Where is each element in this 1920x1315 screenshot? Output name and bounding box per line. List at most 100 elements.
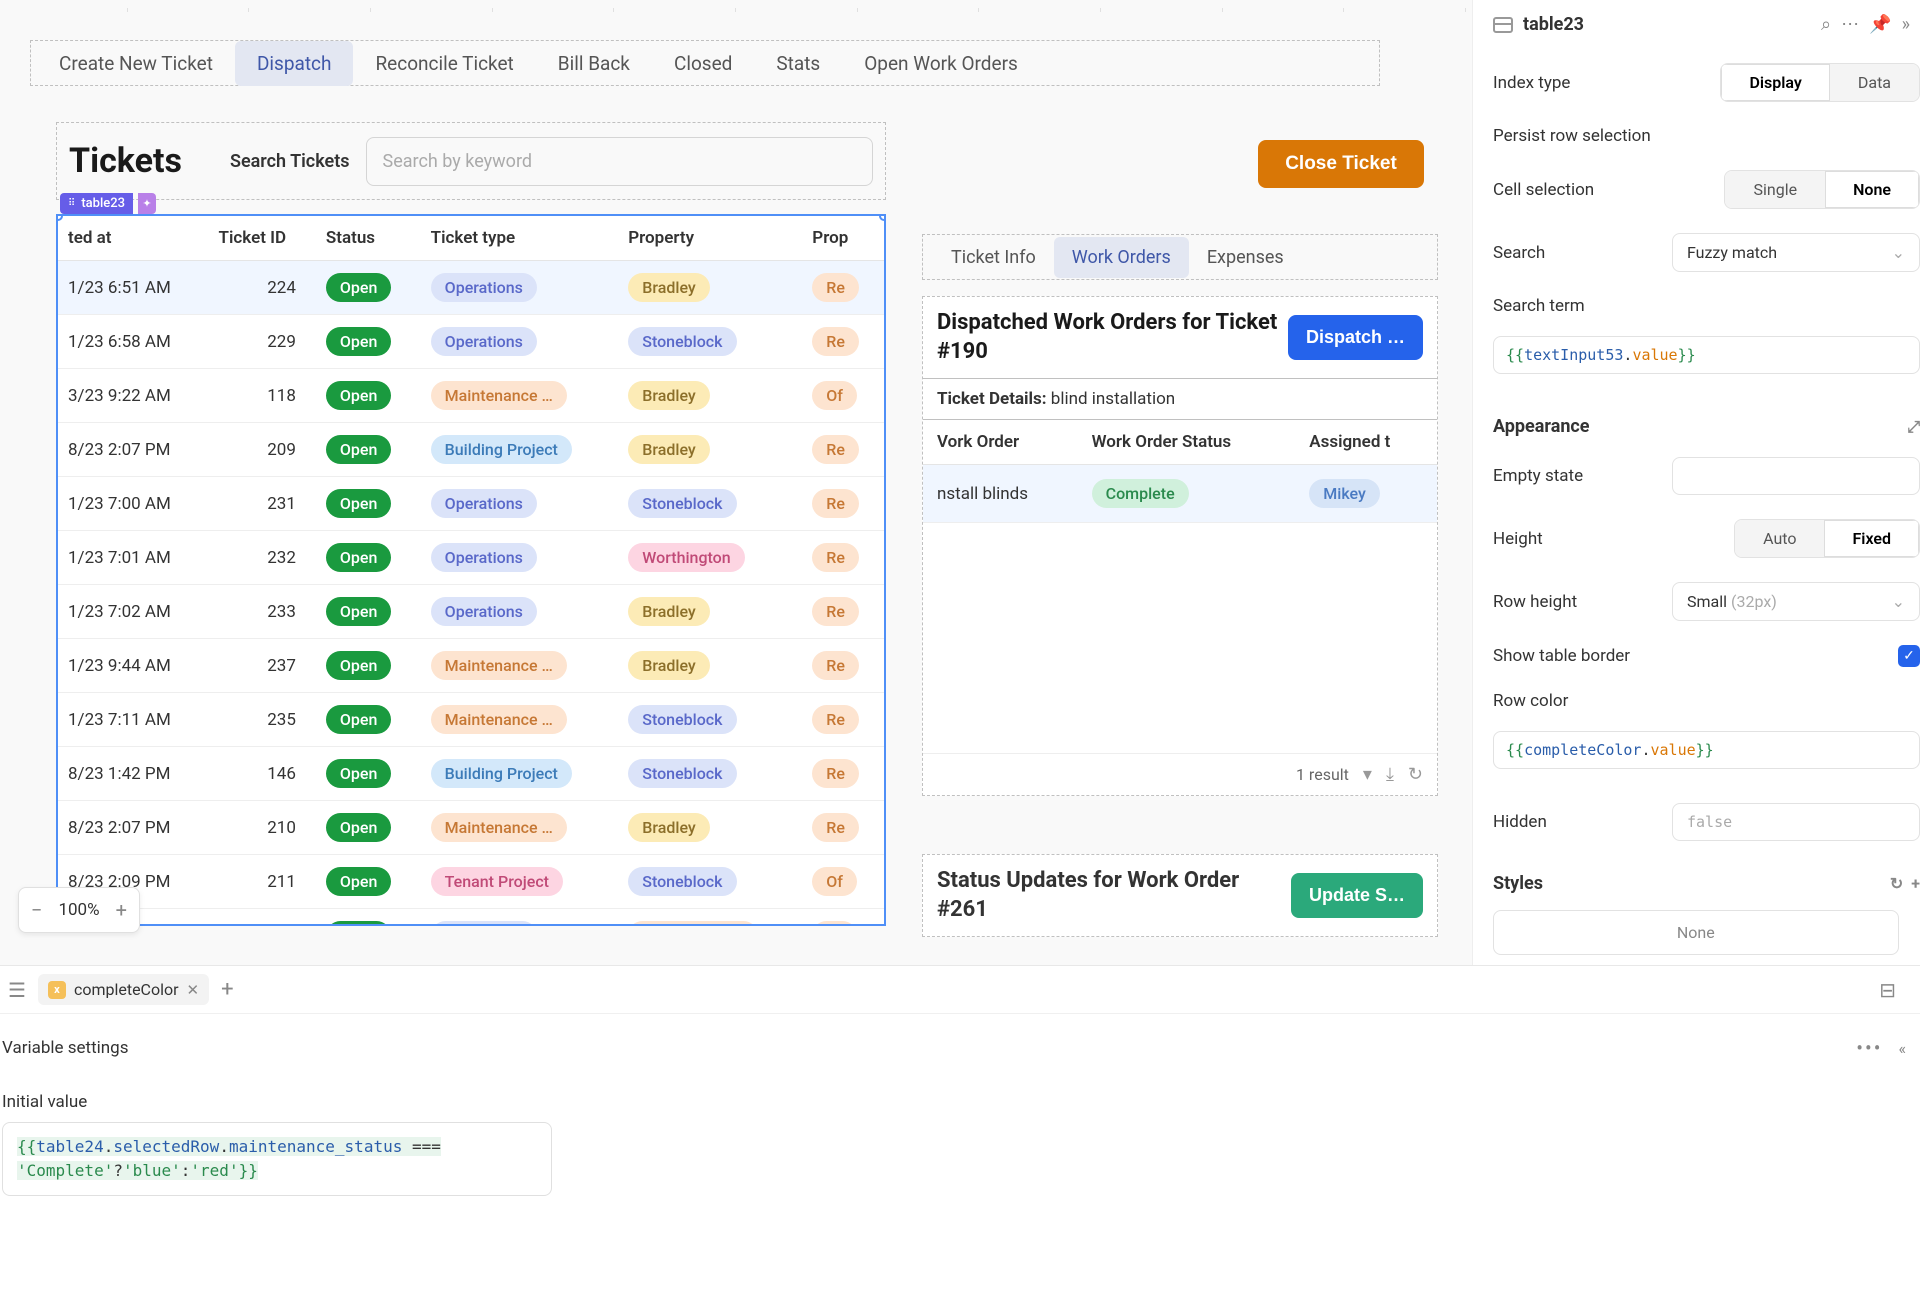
hidden-input[interactable]: false [1672, 803, 1920, 841]
expand-icon[interactable]: ⤢ [1907, 417, 1920, 437]
column-header[interactable]: Status [316, 216, 421, 261]
cell-selection-segmented[interactable]: Single None [1724, 170, 1920, 209]
table-row[interactable]: 1/23 7:02 AM233OpenOperationsBradleyRe [58, 585, 884, 639]
height-label: Height [1493, 529, 1720, 549]
height-segmented[interactable]: Auto Fixed [1734, 519, 1920, 558]
chevron-down-icon: ⌄ [1892, 243, 1905, 262]
bottom-tab-label: completeColor [74, 980, 179, 999]
cell-selection-none[interactable]: None [1825, 171, 1919, 208]
table-row[interactable]: 8/23 1:42 PM146OpenBuilding ProjectStone… [58, 747, 884, 801]
refresh-icon[interactable]: ↻ [1408, 764, 1423, 785]
column-header[interactable]: Ticket ID [209, 216, 316, 261]
top-tab-bill-back[interactable]: Bill Back [536, 41, 652, 86]
height-fixed[interactable]: Fixed [1824, 520, 1919, 557]
download-icon[interactable]: ⤓ [1386, 764, 1394, 785]
inspector-title: table23 [1523, 14, 1811, 35]
top-tab-dispatch[interactable]: Dispatch [235, 41, 354, 86]
page-title: Tickets [69, 141, 182, 181]
component-tag-actions[interactable]: ✦ [138, 193, 156, 214]
row-color-input[interactable]: {{completeColor.value}} [1493, 731, 1920, 769]
chevron-down-icon: ⌄ [1892, 592, 1905, 611]
result-count: 1 result [1296, 765, 1349, 784]
table-row[interactable]: AM225OpenOperationsLakeside Pla…Of [58, 909, 884, 927]
close-ticket-button[interactable]: Close Ticket [1258, 140, 1424, 188]
update-status-button[interactable]: Update S… [1291, 873, 1423, 918]
bottom-panel: ☰ x completeColor ✕ + ⊟ Variable setting… [0, 965, 1920, 1315]
table-row[interactable]: 8/23 2:07 PM209OpenBuilding ProjectBradl… [58, 423, 884, 477]
column-header[interactable]: Work Order Status [1078, 420, 1296, 465]
resize-handle[interactable] [879, 214, 886, 221]
more-icon[interactable]: ⋯ [1841, 14, 1859, 35]
column-header[interactable]: Property [618, 216, 802, 261]
chevron-right-icon[interactable]: » [1902, 14, 1910, 35]
search-input[interactable]: Search by keyword [366, 137, 873, 186]
index-type-data[interactable]: Data [1830, 64, 1919, 101]
column-header[interactable]: Assigned t [1295, 420, 1437, 465]
table-row[interactable]: 1/23 7:01 AM232OpenOperationsWorthington… [58, 531, 884, 585]
ticket-details: Ticket Details: blind installation [923, 379, 1437, 420]
table-row[interactable]: 8/23 2:09 PM211OpenTenant ProjectStonebl… [58, 855, 884, 909]
index-type-segmented[interactable]: Display Data [1720, 63, 1920, 102]
more-icon[interactable]: ••• [1856, 1036, 1898, 1060]
index-type-label: Index type [1493, 73, 1706, 93]
add-style-icon[interactable]: + [1911, 874, 1920, 893]
tickets-table[interactable]: ted atTicket IDStatusTicket typeProperty… [56, 214, 886, 926]
dispatch-button[interactable]: Dispatch … [1288, 315, 1423, 360]
top-tab-create-new-ticket[interactable]: Create New Ticket [37, 41, 235, 86]
component-selection-tag[interactable]: table23 [60, 193, 133, 214]
cell-selection-label: Cell selection [1493, 180, 1710, 200]
empty-state-input[interactable] [1672, 457, 1920, 495]
detail-tab-expenses[interactable]: Expenses [1189, 237, 1302, 278]
table-row[interactable]: 8/23 2:07 PM210OpenMaintenance …BradleyR… [58, 801, 884, 855]
zoom-in-button[interactable]: + [110, 898, 133, 922]
table-row[interactable]: 1/23 6:51 AM224OpenOperationsBradleyRe [58, 261, 884, 315]
minimize-icon[interactable]: ⊟ [1879, 978, 1896, 1002]
cell-selection-single[interactable]: Single [1725, 171, 1825, 208]
tickets-header: Tickets Search Tickets Search by keyword [56, 122, 886, 200]
index-type-display[interactable]: Display [1721, 64, 1829, 101]
detail-tab-ticket-info[interactable]: Ticket Info [933, 237, 1054, 278]
table-row[interactable]: 1/23 9:44 AM237OpenMaintenance …BradleyR… [58, 639, 884, 693]
column-header[interactable]: ted at [58, 216, 209, 261]
show-border-checkbox[interactable]: ✓ [1898, 645, 1920, 667]
filter-icon[interactable]: ▾ [1363, 764, 1372, 785]
variable-settings-header: Variable settings [2, 1038, 129, 1058]
initial-value-label: Initial value [2, 1068, 1918, 1122]
top-tab-stats[interactable]: Stats [754, 41, 842, 86]
reset-icon[interactable]: ↻ [1890, 874, 1903, 893]
search-term-input[interactable]: {{textInput53.value}} [1493, 336, 1920, 374]
top-tab-closed[interactable]: Closed [652, 41, 754, 86]
add-tab-button[interactable]: + [221, 977, 233, 1002]
appearance-header: Appearance [1493, 416, 1899, 437]
search-label: Search [1493, 243, 1658, 263]
canvas-ruler [6, 8, 1466, 14]
column-header[interactable]: Ticket type [421, 216, 619, 261]
detail-tab-work-orders[interactable]: Work Orders [1054, 237, 1189, 278]
top-tab-open-work-orders[interactable]: Open Work Orders [842, 41, 1040, 86]
bottom-tab[interactable]: x completeColor ✕ [38, 974, 209, 1005]
table-row[interactable]: 1/23 7:00 AM231OpenOperationsStoneblockR… [58, 477, 884, 531]
variable-icon: x [48, 981, 66, 999]
table-row[interactable]: nstall blindsCompleteMikey [923, 465, 1437, 523]
table-row[interactable]: 1/23 7:11 AM235OpenMaintenance …Stoneblo… [58, 693, 884, 747]
dispatch-panel: Dispatched Work Orders for Ticket #190 D… [922, 296, 1438, 796]
zoom-out-button[interactable]: − [25, 898, 48, 922]
status-title: Status Updates for Work Order #261 [937, 867, 1291, 924]
table-row[interactable]: 3/23 9:22 AM118OpenMaintenance …BradleyO… [58, 369, 884, 423]
status-updates-panel: Status Updates for Work Order #261 Updat… [922, 854, 1438, 937]
search-select[interactable]: Fuzzy match⌄ [1672, 233, 1920, 272]
work-orders-table[interactable]: Vork OrderWork Order StatusAssigned t ns… [923, 420, 1437, 523]
pin-icon[interactable]: 📌 [1869, 14, 1891, 35]
row-height-select[interactable]: Small (32px) ⌄ [1672, 582, 1920, 621]
column-header[interactable]: Prop [802, 216, 884, 261]
table-row[interactable]: 1/23 6:58 AM229OpenOperationsStoneblockR… [58, 315, 884, 369]
column-header[interactable]: Vork Order [923, 420, 1078, 465]
styles-header: Styles [1493, 873, 1882, 894]
search-icon[interactable]: ⌕ [1821, 14, 1831, 35]
close-tab-icon[interactable]: ✕ [187, 981, 200, 999]
collapse-icon[interactable]: « [1898, 1039, 1918, 1058]
height-auto[interactable]: Auto [1735, 520, 1824, 557]
panel-menu-icon[interactable]: ☰ [8, 978, 26, 1002]
top-tab-reconcile-ticket[interactable]: Reconcile Ticket [353, 41, 535, 86]
initial-value-editor[interactable]: {{table24.selectedRow.maintenance_status… [2, 1122, 552, 1196]
